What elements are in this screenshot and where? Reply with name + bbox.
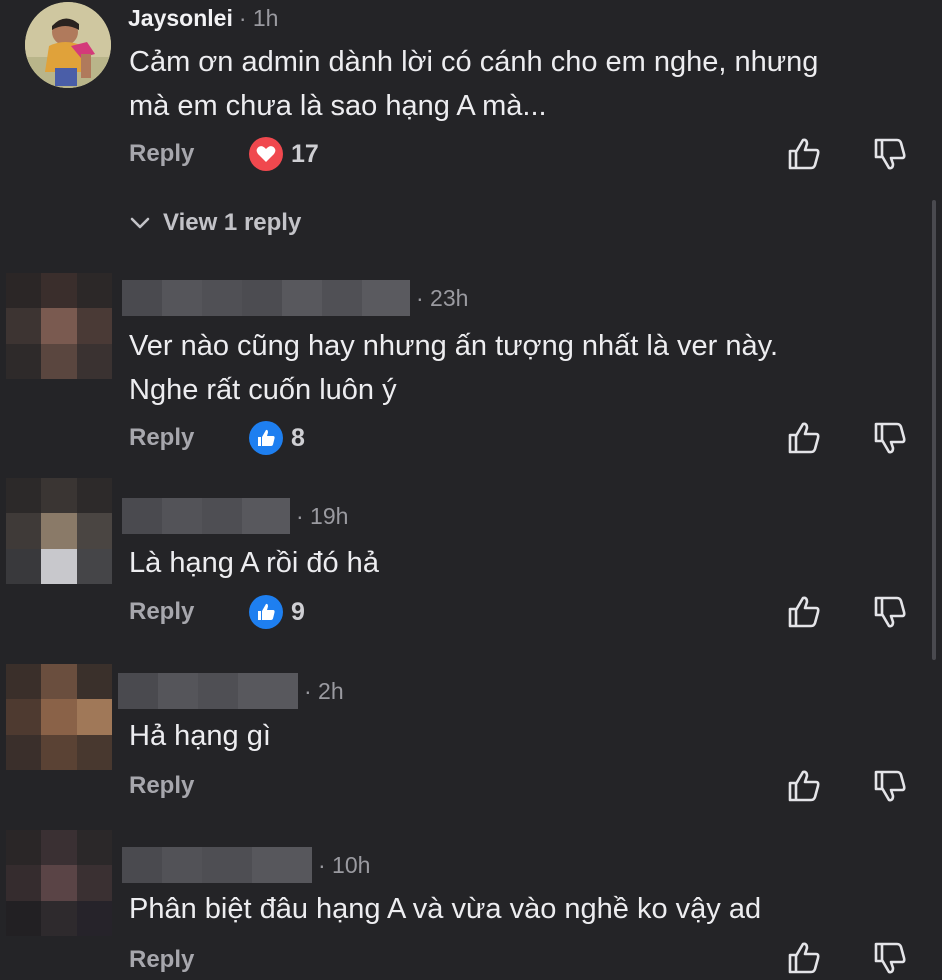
comment-text-line: mà em chưa là sao hạng A mà... (129, 90, 547, 122)
avatar[interactable] (25, 2, 111, 88)
scrollbar[interactable] (932, 200, 936, 660)
comment-text-line: Hả hạng gì (129, 720, 271, 752)
reaction-count: 8 (291, 423, 305, 452)
thumbs-down-outline-icon[interactable] (872, 136, 908, 172)
comment-text-line: Cảm ơn admin dành lời có cánh cho em ngh… (129, 46, 819, 78)
comment-time: · 10h (318, 851, 371, 878)
chevron-down-icon (130, 217, 150, 229)
heart-icon (249, 137, 283, 171)
comment-time: · 23h (416, 284, 469, 311)
like-icon (249, 595, 283, 629)
avatar[interactable] (6, 830, 112, 936)
blurred-author (122, 847, 312, 883)
comment-time: · 2h (304, 677, 344, 704)
comment-text-line: Phân biệt đâu hạng A và vừa vào nghề ko … (129, 893, 762, 925)
avatar-photo (25, 2, 111, 88)
view-replies-label: View 1 reply (163, 209, 302, 236)
reaction-summary[interactable]: 17 (249, 137, 319, 171)
comment-time: · 19h (296, 502, 349, 529)
avatar[interactable] (6, 664, 112, 770)
comment-author[interactable]: Jaysonlei (128, 5, 233, 32)
reply-button[interactable]: Reply (129, 946, 249, 974)
thumbs-down-outline-icon[interactable] (872, 940, 908, 976)
comment-text-line: Ver nào cũng hay nhưng ấn tượng nhất là … (129, 330, 779, 362)
reaction-summary[interactable]: 9 (249, 595, 305, 629)
view-replies-button[interactable]: View 1 reply (129, 205, 301, 241)
reaction-count: 9 (291, 597, 305, 626)
reply-button[interactable]: Reply (129, 598, 249, 626)
thumbs-up-outline-icon[interactable] (786, 594, 822, 630)
reaction-summary[interactable]: 8 (249, 421, 305, 455)
comment-time: · 1h (238, 4, 279, 31)
thumbs-down-outline-icon[interactable] (872, 768, 908, 804)
reply-button[interactable]: Reply (129, 772, 249, 800)
reply-button[interactable]: Reply (129, 140, 249, 168)
reply-button[interactable]: Reply (129, 424, 249, 452)
thumbs-up-outline-icon[interactable] (786, 768, 822, 804)
reaction-count: 17 (291, 139, 319, 168)
comment-text-line: Nghe rất cuốn luôn ý (129, 374, 397, 406)
like-icon (249, 421, 283, 455)
avatar[interactable] (6, 478, 112, 584)
blurred-author (122, 280, 410, 316)
thumbs-down-outline-icon[interactable] (872, 594, 908, 630)
blurred-author (118, 673, 298, 709)
avatar[interactable] (6, 273, 112, 379)
comment-text-line: Là hạng A rồi đó hả (129, 547, 379, 579)
thumbs-up-outline-icon[interactable] (786, 940, 822, 976)
blurred-author (122, 498, 290, 534)
thumbs-up-outline-icon[interactable] (786, 420, 822, 456)
thumbs-up-outline-icon[interactable] (786, 136, 822, 172)
thumbs-down-outline-icon[interactable] (872, 420, 908, 456)
